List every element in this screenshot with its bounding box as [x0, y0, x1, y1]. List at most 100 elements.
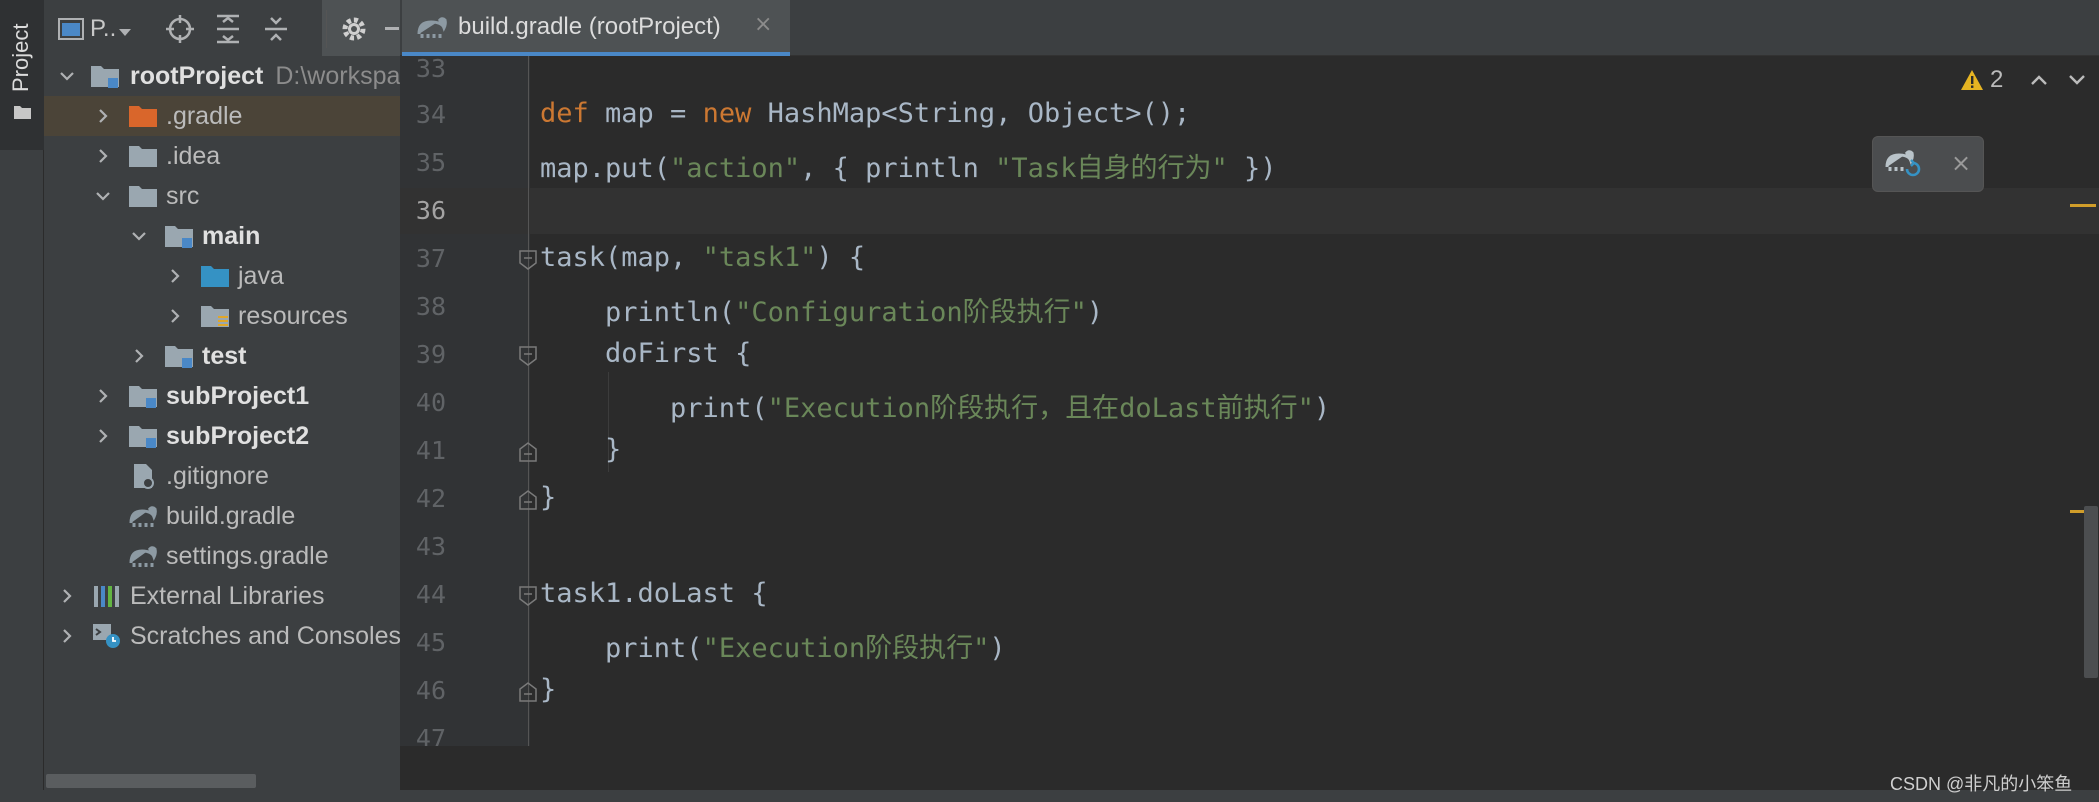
expand-all-button[interactable] — [210, 12, 246, 46]
code-line-40[interactable]: print("Execution阶段执行，且在doLast前执行") — [540, 386, 1330, 425]
fold-open-icon[interactable] — [519, 586, 537, 606]
expand-all-icon — [217, 14, 239, 44]
tree-item-test[interactable]: test — [44, 336, 400, 376]
view-selector[interactable]: P.. — [58, 12, 148, 46]
tree-item-label: External Libraries — [130, 581, 325, 610]
scratches-icon — [93, 624, 120, 648]
code-line-42[interactable]: } — [540, 482, 556, 513]
tree-item-main[interactable]: main — [44, 216, 400, 256]
code-line-39[interactable]: doFirst { — [540, 338, 751, 369]
tree-item-java[interactable]: java — [44, 256, 400, 296]
tree-item-gitignore[interactable]: .gitignore — [44, 456, 400, 496]
line-number: 39 — [415, 340, 446, 369]
fold-close-icon[interactable] — [519, 442, 537, 462]
chevron-right-icon — [63, 589, 72, 603]
tree-item-subproject1[interactable]: subProject1 — [44, 376, 400, 416]
tree-item-label: subProject2 — [166, 421, 310, 450]
popup-close-button[interactable]: × — [1951, 149, 1971, 177]
module-folder-icon — [129, 386, 157, 408]
fold-open-icon[interactable] — [519, 250, 537, 270]
line-number: 41 — [415, 436, 446, 465]
tree-item-label: build.gradle — [166, 501, 296, 530]
tree-item-rootproject[interactable]: rootProject D:\workspa — [44, 56, 400, 96]
project-tool-window-tab[interactable]: Project — [0, 0, 44, 150]
tree-item-label: settings.gradle — [166, 541, 329, 570]
tree-item-label: .gitignore — [166, 461, 269, 490]
minimize-button[interactable] — [382, 12, 400, 46]
code-line-45[interactable]: print("Execution阶段执行") — [540, 626, 1006, 665]
chevron-right-icon — [171, 309, 180, 323]
load-gradle-changes-popup: × — [1872, 136, 1984, 192]
module-folder-icon — [129, 426, 157, 448]
previous-highlight-icon[interactable] — [2029, 73, 2049, 87]
tab-close-button[interactable]: × — [754, 12, 772, 37]
warning-stripe-marker[interactable] — [2070, 204, 2096, 207]
tree-item-external-libraries[interactable]: External Libraries — [44, 576, 400, 616]
code-line-46[interactable]: } — [540, 674, 556, 705]
warning-count: 2 — [1990, 66, 2004, 93]
tree-item-resources[interactable]: resources — [44, 296, 400, 336]
line-number: 44 — [415, 580, 446, 609]
tree-item-label: test — [202, 341, 247, 370]
tree-item-gradle-dir[interactable]: .gradle — [44, 96, 400, 136]
tree-item-label: java — [238, 261, 284, 290]
next-highlight-icon[interactable] — [2067, 73, 2087, 87]
line-number: 40 — [415, 388, 446, 417]
chevron-down-icon — [96, 192, 110, 201]
fold-close-icon[interactable] — [519, 682, 537, 702]
minimize-icon — [385, 27, 399, 30]
line-number: 37 — [415, 244, 446, 273]
fold-open-icon[interactable] — [519, 346, 537, 366]
resources-folder-icon — [201, 306, 229, 327]
excluded-folder-icon — [129, 106, 157, 127]
code-line-35[interactable]: map.put("action", { println "Task自身的行为" … — [540, 146, 1277, 185]
locate-button[interactable] — [162, 12, 198, 46]
line-number: 34 — [415, 100, 446, 129]
line-number: 43 — [415, 532, 446, 561]
tool-window-strip: Project — [0, 0, 44, 802]
code-line-37[interactable]: task(map, "task1") { — [540, 242, 865, 273]
chevron-right-icon — [63, 629, 72, 643]
current-line-highlight — [530, 188, 2099, 234]
line-number: 38 — [415, 292, 446, 321]
status-bar — [0, 790, 2099, 802]
tab-label: build.gradle (rootProject) — [458, 13, 721, 40]
tree-item-label: .idea — [166, 141, 221, 170]
project-path-hint: D:\workspa — [275, 61, 400, 90]
project-panel: P.. rootProject D:\workspa .gradle .idea… — [44, 0, 400, 802]
fold-close-icon[interactable] — [519, 490, 537, 510]
watermark: CSDN @非凡的小笨鱼 — [1890, 774, 2073, 794]
tab-build-gradle[interactable]: build.gradle (rootProject) × — [402, 0, 790, 56]
tree-item-scratches[interactable]: Scratches and Consoles — [44, 616, 400, 656]
folder-icon — [129, 186, 157, 207]
editor-bottom-area — [400, 746, 2099, 790]
tree-item-label: main — [202, 221, 261, 250]
libraries-icon — [94, 586, 119, 607]
vertical-scrollbar-thumb[interactable] — [2084, 506, 2098, 678]
tree-item-settings-gradle[interactable]: settings.gradle — [44, 536, 400, 576]
tree-item-subproject2[interactable]: subProject2 — [44, 416, 400, 456]
line-number: 33 — [415, 54, 446, 83]
gradle-elephant-icon — [417, 17, 447, 38]
gear-icon — [342, 17, 366, 41]
code-line-34[interactable]: def map = new HashMap<String, Object>(); — [540, 98, 1190, 129]
tree-item-build-gradle[interactable]: build.gradle — [44, 496, 400, 536]
gradle-reload-icon[interactable] — [1885, 147, 1921, 181]
ignore-file-icon — [134, 464, 154, 489]
inspection-widget[interactable]: 2 — [1960, 66, 2087, 94]
tree-item-idea[interactable]: .idea — [44, 136, 400, 176]
collapse-all-button[interactable] — [258, 12, 294, 46]
settings-button[interactable] — [334, 12, 374, 46]
code-line-44[interactable]: task1.doLast { — [540, 578, 768, 609]
line-number: 45 — [415, 628, 446, 657]
code-line-41[interactable]: } — [540, 434, 621, 465]
project-toolbar: P.. — [44, 0, 400, 56]
tree-item-src[interactable]: src — [44, 176, 400, 216]
locate-icon — [166, 15, 194, 43]
horizontal-scrollbar-thumb[interactable] — [46, 774, 256, 788]
line-number: 35 — [415, 148, 446, 177]
line-number: 46 — [415, 676, 446, 705]
source-folder-icon — [201, 266, 229, 287]
editor-area: build.gradle (rootProject) × 33 34 35 36… — [400, 0, 2099, 802]
code-line-38[interactable]: println("Configuration阶段执行") — [540, 290, 1103, 329]
